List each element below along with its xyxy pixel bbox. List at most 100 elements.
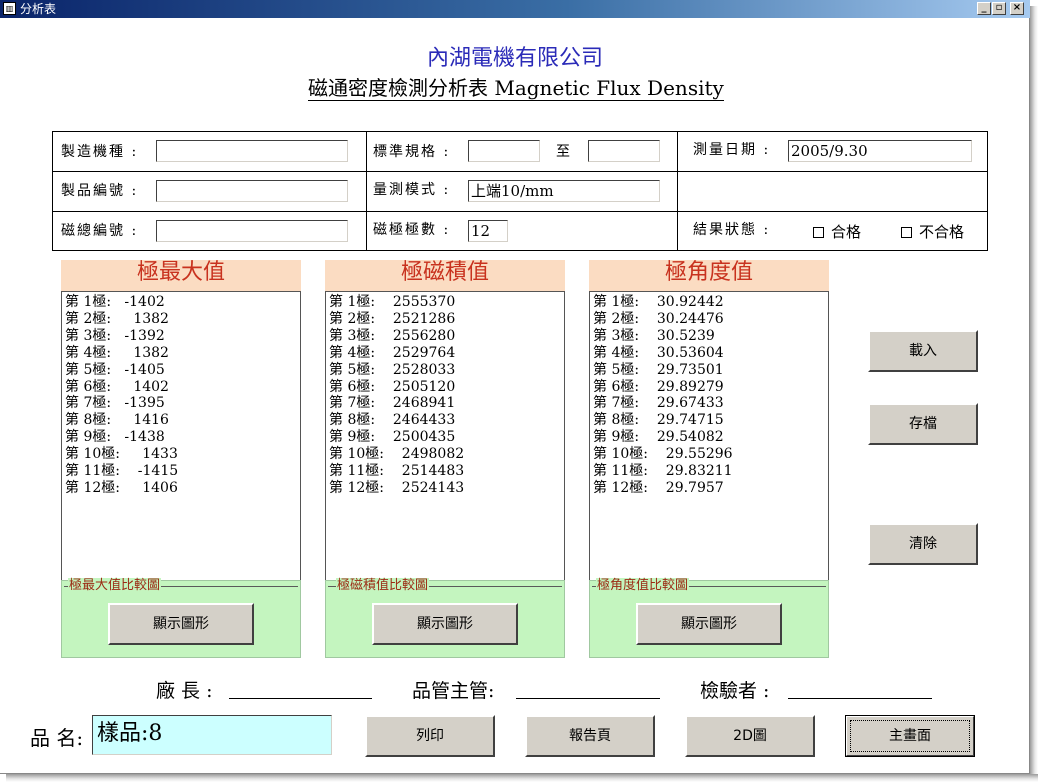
poles-field[interactable]: 12 (468, 220, 508, 242)
inspector-signature-line (788, 698, 932, 699)
list-item: 第 3極: 30.5239 (593, 327, 715, 344)
panel-angle-title: 極角度值 (589, 260, 829, 292)
list-item: 第 10極: 29.55296 (593, 446, 733, 463)
divider (366, 132, 367, 250)
factory-manager-label: 廠 長 : (156, 680, 213, 702)
flux-chart-group-title: 極磁積值比較圖 (336, 578, 430, 593)
list-item: 第 1極: 30.92442 (593, 294, 724, 310)
divider (53, 171, 987, 172)
list-item: 第 6極: 29.89279 (593, 378, 724, 395)
checkbox-icon (901, 226, 912, 238)
panel-flux-title: 極磁積值 (325, 260, 565, 292)
window-title: 分析表 (20, 2, 57, 16)
list-item: 第 9極: 2500435 (329, 429, 456, 446)
max-chart-group-title: 極最大值比較圖 (68, 578, 162, 593)
product-no-label: 製品編號 : (61, 183, 139, 199)
date-field[interactable]: 2005/9.30 (788, 140, 972, 162)
show-flux-chart-button[interactable]: 顯示圖形 (372, 603, 518, 645)
clear-button[interactable]: 清除 (868, 523, 978, 565)
list-item: 第 7極: -1395 (65, 395, 165, 412)
info-table: 製造機種 : 標準規格 : 至 測量日期 : 2005/9.30 製品編號 : … (52, 131, 988, 251)
max-value-list[interactable]: 第 1極: -1402 第 2極: 1382 第 3極: -1392 第 4極:… (61, 291, 301, 581)
chart-icon: ▥ (3, 2, 16, 15)
spec-to-field[interactable] (588, 140, 660, 162)
window-shadow (6, 774, 1038, 782)
panel-max-title: 極最大值 (61, 260, 301, 292)
close-button[interactable]: × (1010, 2, 1024, 15)
magnet-no-field[interactable] (156, 220, 348, 242)
list-item: 第 2極: 30.24476 (593, 310, 724, 327)
qc-supervisor-label: 品管主管: (412, 680, 495, 702)
list-item: 第 4極: 30.53604 (593, 344, 724, 361)
inspector-label: 檢驗者 : (700, 680, 770, 702)
list-item: 第 11極: 2514483 (329, 463, 465, 480)
mode-label: 量測模式 : (373, 182, 451, 198)
magnet-no-label: 磁總編號 : (61, 223, 139, 239)
list-item: 第 10極: 1433 (65, 446, 178, 463)
list-item: 第 6極: 2505120 (329, 378, 456, 395)
show-angle-chart-button[interactable]: 顯示圖形 (636, 603, 782, 645)
list-item: 第 7極: 2468941 (329, 395, 456, 412)
print-button[interactable]: 列印 (365, 715, 495, 757)
divider (53, 211, 987, 212)
angle-value-list[interactable]: 第 1極: 30.92442 第 2極: 30.24476 第 3極: 30.5… (589, 291, 829, 581)
minimize-button[interactable]: _ (977, 2, 991, 15)
list-item: 第 4極: 2529764 (329, 344, 456, 361)
list-item: 第 10極: 2498082 (329, 446, 465, 463)
spec-from-field[interactable] (468, 140, 540, 162)
report-subtitle: 磁通密度檢測分析表 Magnetic Flux Density (308, 76, 724, 101)
pass-checkbox[interactable]: 合格 (813, 221, 861, 242)
list-item: 第 5極: 29.73501 (593, 361, 724, 378)
product-no-field[interactable] (156, 180, 348, 202)
list-item: 第 3極: 2556280 (329, 327, 456, 344)
divider (677, 132, 678, 250)
show-max-chart-button[interactable]: 顯示圖形 (108, 603, 254, 645)
qc-supervisor-signature-line (516, 698, 660, 699)
product-name-field[interactable]: 樣品:8 (92, 715, 332, 755)
list-item: 第 7極: 29.67433 (593, 395, 724, 412)
list-item: 第 12極: 1406 (65, 479, 178, 496)
mode-field[interactable]: 上端10/mm (468, 180, 660, 202)
save-button[interactable]: 存檔 (868, 403, 978, 445)
list-item: 第 9極: -1438 (65, 429, 165, 446)
list-item: 第 11極: 29.83211 (593, 463, 733, 480)
checkbox-icon (813, 226, 824, 238)
angle-chart-group-title: 極角度值比較圖 (596, 578, 690, 593)
fail-checkbox[interactable]: 不合格 (901, 221, 964, 242)
list-item: 第 4極: 1382 (65, 344, 169, 361)
list-item: 第 5極: 2528033 (329, 361, 456, 378)
product-name-label: 品 名: (30, 726, 84, 750)
list-item: 第 2極: 1382 (65, 310, 169, 327)
date-label: 測量日期 : (693, 142, 771, 158)
list-item: 第 12極: 29.7957 (593, 479, 724, 496)
pass-label: 合格 (831, 223, 862, 241)
list-item: 第 2極: 2521286 (329, 310, 456, 327)
list-item: 第 8極: 29.74715 (593, 412, 724, 429)
model-field[interactable] (156, 140, 348, 162)
list-item: 第 8極: 2464433 (329, 412, 456, 429)
result-label: 結果狀態 : (693, 222, 771, 238)
list-item: 第 1極: -1402 (65, 294, 165, 310)
analysis-window: ▥ 分析表 _ ▫ × 內湖電機有限公司 磁通密度檢測分析表 Magnetic … (0, 0, 1030, 774)
list-item: 第 11極: -1415 (65, 463, 179, 480)
factory-manager-signature-line (229, 698, 372, 699)
list-item: 第 12極: 2524143 (329, 479, 465, 496)
restore-button[interactable]: ▫ (992, 2, 1006, 15)
list-item: 第 1極: 2555370 (329, 294, 456, 310)
list-item: 第 3極: -1392 (65, 327, 165, 344)
load-button[interactable]: 載入 (868, 330, 978, 372)
list-item: 第 6極: 1402 (65, 378, 169, 395)
model-label: 製造機種 : (61, 144, 139, 160)
main-screen-button[interactable]: 主畫面 (845, 715, 975, 757)
company-name: 內湖電機有限公司 (426, 46, 603, 71)
window-shadow (1030, 6, 1038, 782)
spec-to-label: 至 (556, 144, 572, 160)
report-page-button[interactable]: 報告頁 (525, 715, 655, 757)
chart-2d-button[interactable]: 2D圖 (685, 715, 815, 757)
list-item: 第 9極: 29.54082 (593, 429, 724, 446)
spec-label: 標準規格 : (373, 144, 451, 160)
flux-value-list[interactable]: 第 1極: 2555370 第 2極: 2521286 第 3極: 255628… (325, 291, 565, 581)
poles-label: 磁極極數 : (373, 222, 451, 238)
list-item: 第 5極: -1405 (65, 361, 165, 378)
title-bar[interactable]: ▥ 分析表 _ ▫ × (0, 0, 1030, 18)
